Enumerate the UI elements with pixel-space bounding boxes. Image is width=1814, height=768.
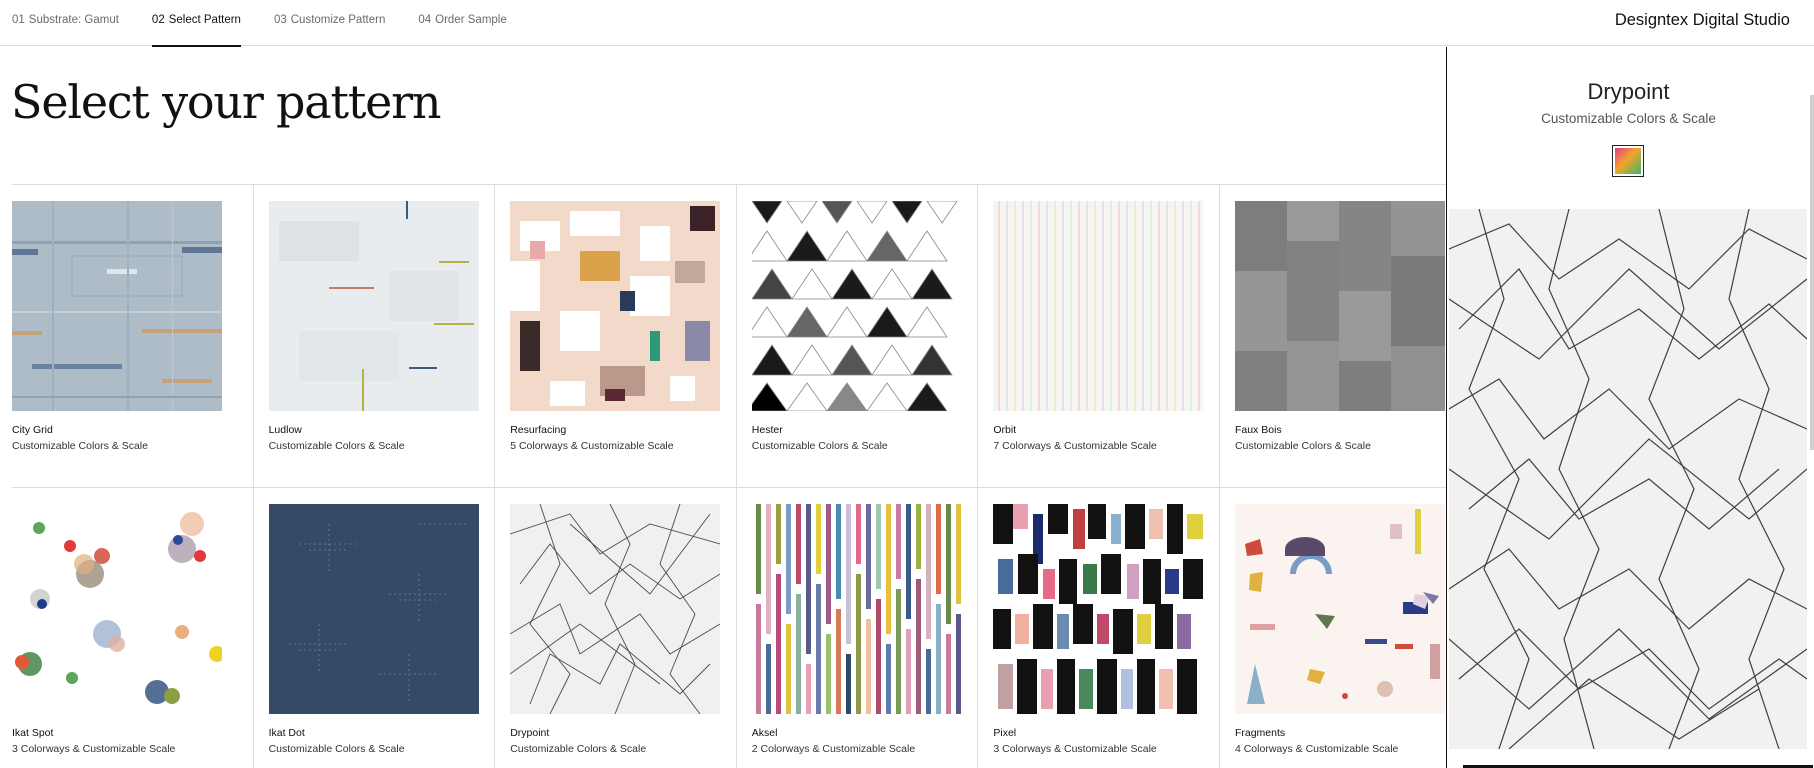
- step-customize-pattern[interactable]: 03 Customize Pattern: [274, 0, 385, 46]
- pattern-detail-panel: Drypoint Customizable Colors & Scale: [1446, 47, 1814, 768]
- pattern-description: 4 Colorways & Customizable Scale: [1234, 743, 1399, 755]
- pattern-name: Orbit: [993, 424, 1017, 436]
- step-nav: 01 Substrate: Gamut 02 Select Pattern 03 Cu…: [12, 0, 540, 47]
- pattern-card-fragments[interactable]: Fragments 4 Colorways & Customizable Sca…: [1220, 488, 1446, 768]
- top-nav: 01 Substrate: Gamut 02 Select Pattern 03 Cu…: [0, 0, 1814, 47]
- pattern-name: Hester: [751, 424, 783, 436]
- selected-pattern-subtitle: Customizable Colors & Scale: [1541, 111, 1716, 126]
- pattern-card-ikat-dot[interactable]: Ikat Dot Customizable Colors & Scale: [254, 488, 496, 768]
- step-label: Order Sample: [435, 14, 507, 26]
- pattern-name: Ludlow: [268, 424, 302, 436]
- pattern-name: Faux Bois: [1234, 424, 1282, 436]
- pattern-name: Resurfacing: [510, 424, 567, 436]
- pattern-selection: Select your pattern City Grid Customizab…: [0, 47, 1446, 768]
- pattern-card-hester[interactable]: Hester Customizable Colors & Scale: [736, 185, 979, 488]
- pattern-card-orbit[interactable]: Orbit 7 Colorways & Customizable Scale: [978, 185, 1220, 488]
- step-substrate[interactable]: 01 Substrate: Gamut: [12, 0, 119, 46]
- resurfacing-swatch: [510, 201, 721, 411]
- faux-bois-swatch: [1234, 201, 1445, 411]
- step-number: 01: [12, 14, 25, 26]
- pattern-description: Customizable Colors & Scale: [510, 743, 647, 755]
- pattern-card-city-grid[interactable]: City Grid Customizable Colors & Scale: [12, 185, 254, 488]
- brand-name[interactable]: Designtex Digital Studio: [1615, 0, 1790, 41]
- pattern-description: Customizable Colors & Scale: [268, 743, 405, 755]
- page-title: Select your pattern: [11, 75, 442, 129]
- pattern-description: 2 Colorways & Customizable Scale: [751, 743, 916, 755]
- pattern-name: Aksel: [751, 727, 778, 739]
- city-grid-swatch: [12, 201, 222, 411]
- pattern-name: Pixel: [993, 727, 1017, 739]
- pattern-card-drypoint[interactable]: Drypoint Customizable Colors & Scale: [495, 488, 737, 768]
- step-label: Substrate: Gamut: [28, 14, 119, 26]
- pattern-description: 7 Colorways & Customizable Scale: [993, 440, 1157, 452]
- pattern-card-resurfacing[interactable]: Resurfacing 5 Colorways & Customizable S…: [495, 185, 737, 488]
- ikat-spot-swatch: [12, 504, 222, 714]
- pattern-preview: [1449, 209, 1807, 749]
- pattern-name: Ikat Dot: [268, 727, 305, 739]
- step-number: 03: [273, 14, 287, 26]
- pattern-description: 5 Colorways & Customizable Scale: [510, 440, 674, 452]
- step-label: Select Pattern: [168, 14, 241, 26]
- pattern-card-pixel[interactable]: Pixel 3 Colorways & Customizable Scale: [978, 488, 1220, 768]
- step-number: 02: [151, 14, 165, 26]
- rainbow-gradient-icon: [1615, 148, 1641, 174]
- pattern-name: Ikat Spot: [12, 727, 54, 739]
- pattern-card-ludlow[interactable]: Ludlow Customizable Colors & Scale: [253, 185, 496, 488]
- pattern-description: Customizable Colors & Scale: [268, 440, 405, 452]
- fragments-swatch: [1234, 504, 1445, 714]
- scrollbar[interactable]: [1810, 95, 1814, 450]
- pixel-swatch: [993, 504, 1204, 714]
- pattern-description: 3 Colorways & Customizable Scale: [993, 743, 1157, 755]
- pattern-grid: City Grid Customizable Colors & Scale Lu…: [12, 184, 1446, 768]
- step-order-sample[interactable]: 04 Order Sample: [418, 0, 506, 46]
- orbit-swatch: [993, 201, 1204, 411]
- pattern-name: Drypoint: [510, 727, 550, 739]
- pattern-description: Customizable Colors & Scale: [12, 440, 148, 452]
- step-number: 04: [418, 14, 432, 26]
- ikat-dot-swatch: [268, 504, 479, 714]
- pattern-name: City Grid: [12, 424, 53, 436]
- step-label: Customize Pattern: [290, 14, 386, 26]
- pattern-card-aksel[interactable]: Aksel 2 Colorways & Customizable Scale: [737, 488, 979, 768]
- pattern-card-faux-bois[interactable]: Faux Bois Customizable Colors & Scale: [1219, 185, 1446, 488]
- pattern-description: Customizable Colors & Scale: [1234, 440, 1371, 452]
- step-select-pattern[interactable]: 02 Select Pattern: [151, 0, 241, 47]
- hester-swatch: [751, 201, 962, 411]
- selected-pattern-title: Drypoint: [1587, 79, 1670, 104]
- pattern-card-ikat-spot[interactable]: Ikat Spot 3 Colorways & Customizable Sca…: [12, 488, 254, 768]
- aksel-swatch: [751, 504, 962, 714]
- pattern-description: 3 Colorways & Customizable Scale: [12, 743, 176, 755]
- color-chip-icon[interactable]: [1612, 145, 1644, 177]
- ludlow-swatch: [268, 201, 479, 411]
- pattern-description: Customizable Colors & Scale: [751, 440, 888, 452]
- pattern-name: Fragments: [1234, 727, 1286, 739]
- drypoint-swatch: [510, 504, 721, 714]
